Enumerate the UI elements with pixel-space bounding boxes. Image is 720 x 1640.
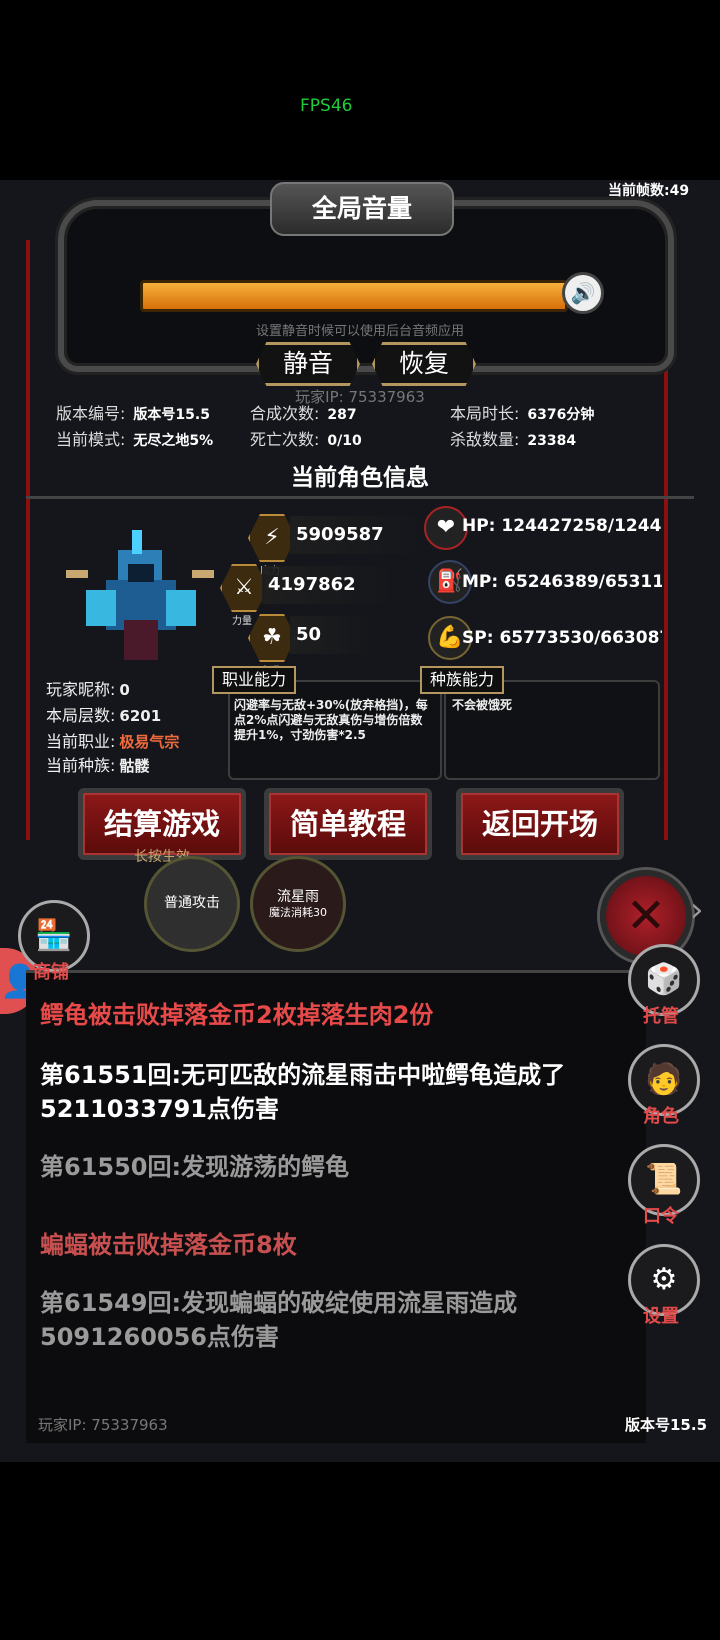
mute-button[interactable]: 静音 [256,342,360,386]
shop-label[interactable]: 商铺 [16,958,86,984]
race-info: 当前种族: 骷髅 [46,756,150,775]
sp-stat: SP: 65773530/66308750 [462,628,662,648]
race-ability-box [444,680,660,780]
mp-stat: MP: 65246389/65311818 [462,572,662,592]
character-sprite [66,530,214,660]
footer-version: 版本号15.5 [625,1416,708,1434]
character-section-title: 当前角色信息 [291,465,429,491]
death-stat: 死亡次数: 0/10 [250,430,362,449]
hp-stat: HP: 124427258/124427258 [462,516,662,536]
normal-attack-skill[interactable]: 普通攻击 [144,856,240,952]
kill-stat: 杀敌数量: 23384 [450,430,577,449]
luck-value: 50 [290,616,376,654]
settle-hint: 长按生效 [134,849,190,865]
race-ability-text: 不会被饿死 [452,698,513,712]
log-line: 蝙蝠被击败掉落金币8枚 [40,1231,297,1259]
magic-value: 5909587 [290,516,426,554]
footer-ip: 玩家IP: 75337963 [38,1416,168,1434]
log-line: 第61550回:发现游荡的鳄龟 [40,1153,350,1181]
role-label[interactable]: 角色 [626,1102,696,1128]
log-line: 鳄龟被击败掉落金币2枚掉落生肉2份 [40,1001,434,1029]
time-stat: 本局时长: 6376分钟 [450,404,595,423]
log-line: 第61549回:发现蝙蝠的破绽使用流星雨造成5091260056点伤害 [40,1289,518,1351]
chevron-right-icon[interactable]: › [690,890,704,930]
synth-stat: 合成次数: 287 [250,404,357,423]
meteor-skill[interactable]: 流星雨 魔法消耗30 [250,856,346,952]
battle-log-panel [26,970,646,1443]
race-ability-title: 种族能力 [420,666,505,694]
mode-stat: 当前模式: 无尽之地5% [56,430,214,449]
job-ability-text: 闪避率与无敌+30%(放弃格挡)，每点2%点闪避与无敌真伤与增伤倍数提升1%，寸… [234,698,428,742]
auto-label[interactable]: 托管 [626,1002,696,1028]
game-screen: 当前帧数:49 全局音量 🔊 设置静音时候可以使用后台音频应用 静音 恢复 玩家… [0,180,720,1462]
normal-attack-label: 普通攻击 [164,895,220,911]
log-line: 第61551回:无可匹敌的流星雨击中啦鳄龟造成了5211033791点伤害 [40,1061,566,1123]
meteor-name: 流星雨 [277,889,319,905]
restore-button[interactable]: 恢复 [372,342,476,386]
meteor-cost: 魔法消耗30 [269,906,327,919]
job-ability-title: 职业能力 [212,666,297,694]
volume-title: 全局音量 [270,182,454,236]
tutorial-button[interactable]: 简单教程 [264,788,432,860]
floor-info: 本局层数: 6201 [46,706,162,725]
frame-counter: 当前帧数:49 [608,183,690,199]
settings-label[interactable]: 设置 [626,1302,696,1328]
volume-slider[interactable] [140,280,568,312]
volume-hint: 设置静音时候可以使用后台音频应用 [255,324,464,339]
nickname-info: 玩家昵称: 0 [46,680,130,699]
job-info: 当前职业: 极易气宗 [46,732,180,751]
return-start-button[interactable]: 返回开场 [456,788,624,860]
power-value: 4197862 [262,566,398,604]
code-label[interactable]: 口令 [626,1202,696,1228]
fps-counter: FPS46 [300,96,353,116]
speaker-icon[interactable]: 🔊 [562,272,604,314]
version-stat: 版本编号: 版本号15.5 [56,404,210,423]
